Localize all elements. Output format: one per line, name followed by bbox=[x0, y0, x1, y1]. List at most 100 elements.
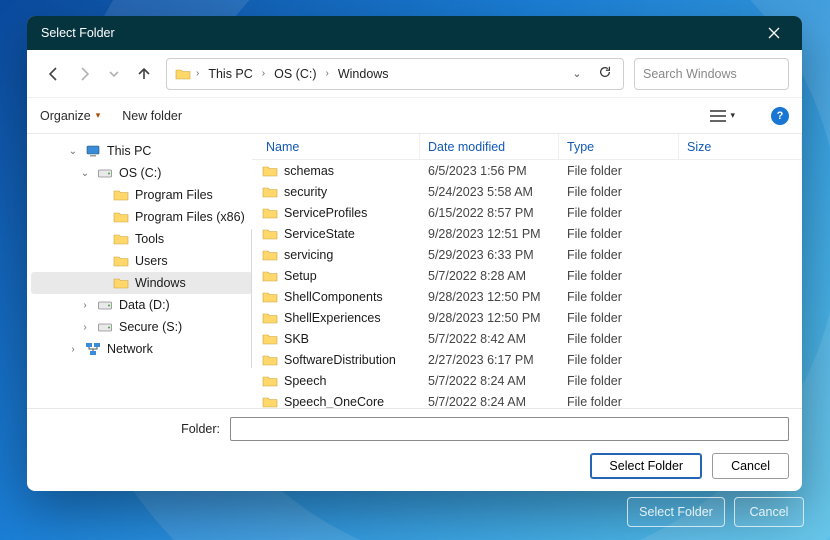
file-date: 9/28/2023 12:50 PM bbox=[420, 290, 559, 304]
close-button[interactable] bbox=[752, 16, 796, 50]
folder-icon bbox=[113, 231, 129, 247]
breadcrumb-segment[interactable]: OS (C:) bbox=[270, 65, 320, 83]
file-name: Speech bbox=[284, 374, 326, 388]
folder-icon bbox=[262, 205, 278, 221]
list-item[interactable]: Speech_OneCore5/7/2022 8:24 AMFile folde… bbox=[252, 391, 802, 408]
folder-icon bbox=[262, 184, 278, 200]
list-item[interactable]: ShellExperiences9/28/2023 12:50 PMFile f… bbox=[252, 307, 802, 328]
file-date: 2/27/2023 6:17 PM bbox=[420, 353, 559, 367]
tree-expand-icon[interactable]: › bbox=[67, 344, 79, 355]
tree-item-label: Program Files (x86) bbox=[135, 210, 245, 224]
file-date: 6/5/2023 1:56 PM bbox=[420, 164, 559, 178]
file-type: File folder bbox=[559, 269, 679, 283]
file-name: servicing bbox=[284, 248, 333, 262]
tree-item[interactable]: ›Network bbox=[31, 338, 252, 360]
column-type[interactable]: Type bbox=[559, 134, 679, 159]
recent-button[interactable] bbox=[100, 60, 128, 88]
tree-item[interactable]: ⌄This PC bbox=[31, 140, 252, 162]
tree-item-label: Tools bbox=[135, 232, 164, 246]
help-button[interactable]: ? bbox=[771, 107, 789, 125]
tree-item[interactable]: ›Secure (S:) bbox=[31, 316, 252, 338]
list-item[interactable]: ServiceProfiles6/15/2022 8:57 PMFile fol… bbox=[252, 202, 802, 223]
list-item[interactable]: Speech 5/7/2022 8:24 AMFile folder bbox=[252, 370, 802, 391]
folder-icon bbox=[262, 373, 278, 389]
tree-item[interactable]: Program Files (x86) bbox=[31, 206, 252, 228]
column-headers[interactable]: Name Date modified Type Size bbox=[252, 134, 802, 160]
folder-icon bbox=[262, 268, 278, 284]
file-type: File folder bbox=[559, 164, 679, 178]
forward-button[interactable] bbox=[70, 60, 98, 88]
folder-field-label: Folder: bbox=[40, 422, 220, 436]
folder-icon bbox=[262, 163, 278, 179]
file-name: security bbox=[284, 185, 327, 199]
tree-item[interactable]: Windows bbox=[31, 272, 252, 294]
dialog-title: Select Folder bbox=[41, 26, 752, 40]
cancel-button[interactable]: Cancel bbox=[712, 453, 789, 479]
select-folder-button[interactable]: Select Folder bbox=[590, 453, 702, 479]
list-item[interactable]: SKB5/7/2022 8:42 AMFile folder bbox=[252, 328, 802, 349]
file-date: 5/7/2022 8:28 AM bbox=[420, 269, 559, 283]
search-box[interactable] bbox=[634, 58, 789, 90]
tree-item[interactable]: ›Data (D:) bbox=[31, 294, 252, 316]
tree-item-label: Windows bbox=[135, 276, 186, 290]
file-type: File folder bbox=[559, 206, 679, 220]
ghost-cancel-button: Cancel bbox=[734, 497, 804, 527]
breadcrumb-segment[interactable]: This PC bbox=[204, 65, 256, 83]
pc-icon bbox=[85, 143, 101, 159]
file-name: ServiceState bbox=[284, 227, 355, 241]
file-type: File folder bbox=[559, 332, 679, 346]
up-button[interactable] bbox=[130, 60, 158, 88]
arrow-left-icon bbox=[46, 66, 62, 82]
back-button[interactable] bbox=[40, 60, 68, 88]
chevron-right-icon: › bbox=[195, 68, 200, 79]
file-type: File folder bbox=[559, 290, 679, 304]
new-folder-button[interactable]: New folder bbox=[122, 109, 182, 123]
chevron-down-icon bbox=[108, 68, 120, 80]
refresh-button[interactable] bbox=[593, 65, 617, 82]
folder-icon bbox=[113, 187, 129, 203]
list-item[interactable]: servicing5/29/2023 6:33 PMFile folder bbox=[252, 244, 802, 265]
tree-expand-icon[interactable]: ⌄ bbox=[67, 146, 79, 157]
drive-icon bbox=[97, 165, 113, 181]
address-dropdown[interactable]: ⌄ bbox=[565, 67, 589, 80]
file-date: 5/7/2022 8:24 AM bbox=[420, 395, 559, 409]
file-list-rows[interactable]: schemas6/5/2023 1:56 PMFile foldersecuri… bbox=[252, 160, 802, 408]
view-menu[interactable]: ▾ bbox=[710, 110, 735, 122]
file-date: 5/7/2022 8:24 AM bbox=[420, 374, 559, 388]
folder-tree[interactable]: ⌄This PC⌄OS (C:)Program Files Program Fil… bbox=[27, 134, 252, 408]
file-date: 5/7/2022 8:42 AM bbox=[420, 332, 559, 346]
tree-expand-icon[interactable]: ⌄ bbox=[79, 168, 91, 179]
file-date: 9/28/2023 12:51 PM bbox=[420, 227, 559, 241]
column-name[interactable]: Name bbox=[252, 134, 420, 159]
tree-expand-icon[interactable]: › bbox=[79, 300, 91, 311]
file-name: ShellExperiences bbox=[284, 311, 381, 325]
list-item[interactable]: ShellComponents9/28/2023 12:50 PMFile fo… bbox=[252, 286, 802, 307]
folder-field[interactable] bbox=[230, 417, 789, 441]
address-bar[interactable]: › This PC › OS (C:) › Windows ⌄ bbox=[166, 58, 624, 90]
tree-expand-icon[interactable]: › bbox=[79, 322, 91, 333]
list-item[interactable]: schemas6/5/2023 1:56 PMFile folder bbox=[252, 160, 802, 181]
list-item[interactable]: ServiceState9/28/2023 12:51 PMFile folde… bbox=[252, 223, 802, 244]
folder-icon bbox=[175, 66, 191, 82]
tree-item[interactable]: Program Files bbox=[31, 184, 252, 206]
list-item[interactable]: security5/24/2023 5:58 AMFile folder bbox=[252, 181, 802, 202]
column-date[interactable]: Date modified bbox=[420, 134, 559, 159]
tree-item[interactable]: ⌄OS (C:) bbox=[31, 162, 252, 184]
breadcrumb-segment[interactable]: Windows bbox=[334, 65, 393, 83]
column-size[interactable]: Size bbox=[679, 134, 802, 159]
navigation-row: › This PC › OS (C:) › Windows ⌄ bbox=[27, 50, 802, 98]
file-name: Speech_OneCore bbox=[284, 395, 384, 409]
list-item[interactable]: Setup 5/7/2022 8:28 AMFile folder bbox=[252, 265, 802, 286]
tree-item[interactable]: Users bbox=[31, 250, 252, 272]
folder-icon bbox=[262, 352, 278, 368]
folder-icon bbox=[262, 289, 278, 305]
dialog-footer: Folder: Select Folder Cancel bbox=[27, 408, 802, 491]
list-item[interactable]: SoftwareDistribution2/27/2023 6:17 PMFil… bbox=[252, 349, 802, 370]
organize-menu[interactable]: Organize ▾ bbox=[40, 109, 100, 123]
file-name: Setup bbox=[284, 269, 317, 283]
folder-icon bbox=[113, 209, 129, 225]
search-input[interactable] bbox=[643, 67, 802, 81]
tree-item[interactable]: Tools bbox=[31, 228, 252, 250]
close-icon bbox=[768, 27, 780, 39]
file-type: File folder bbox=[559, 374, 679, 388]
